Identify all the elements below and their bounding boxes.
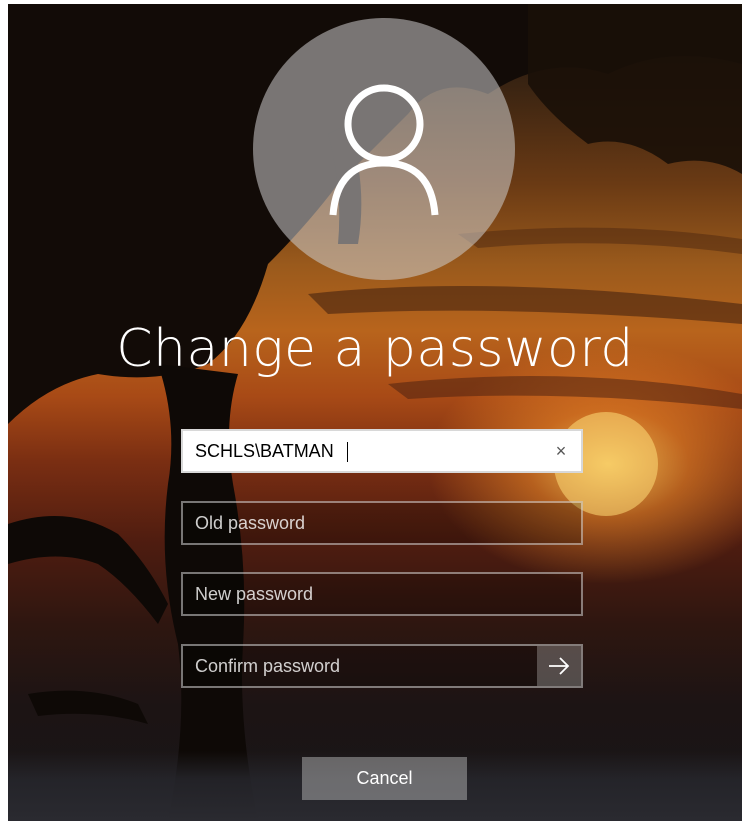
cancel-button[interactable]: Cancel — [302, 757, 467, 800]
text-caret — [347, 442, 348, 462]
submit-button[interactable] — [537, 646, 581, 686]
new-password-field-container — [181, 572, 583, 616]
arrow-right-icon — [549, 657, 570, 675]
username-field[interactable] — [183, 431, 581, 471]
cloud-streak — [458, 227, 742, 254]
tree-branch — [28, 690, 148, 724]
user-icon — [329, 84, 439, 216]
new-password-field[interactable] — [183, 574, 581, 614]
page-title: Change a password — [116, 319, 634, 379]
tree-canopy-right — [528, 4, 742, 174]
confirm-password-field-container — [181, 644, 583, 688]
old-password-field[interactable] — [183, 503, 581, 543]
close-icon: × — [555, 440, 567, 461]
username-field-container: × — [181, 429, 583, 473]
lock-screen: Change a password × Cancel — [8, 4, 742, 821]
user-avatar — [253, 18, 515, 280]
tree-branch — [8, 516, 168, 624]
old-password-field-container — [181, 501, 583, 545]
clear-username-button[interactable]: × — [545, 435, 577, 467]
confirm-password-field[interactable] — [183, 646, 581, 686]
